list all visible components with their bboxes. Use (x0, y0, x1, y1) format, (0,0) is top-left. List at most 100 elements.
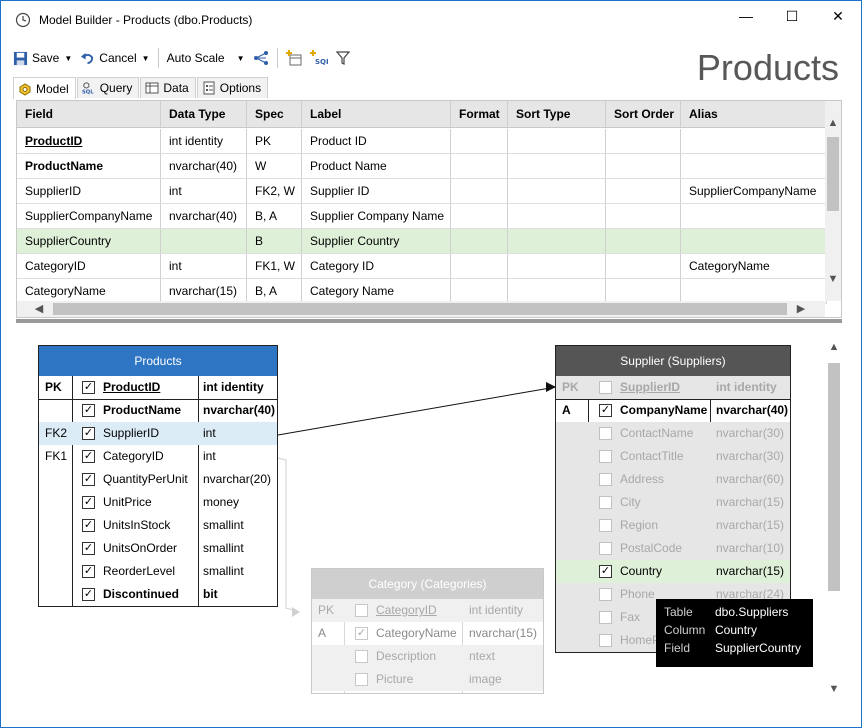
scroll-up-icon[interactable]: ▲ (826, 339, 842, 355)
table-cell[interactable] (451, 154, 508, 178)
table-cell[interactable] (508, 204, 606, 228)
grid-vertical-scrollbar[interactable]: ▲ ▼ (825, 101, 841, 301)
field-checkbox[interactable] (355, 650, 368, 663)
column-header-sort-type[interactable]: Sort Type (508, 101, 606, 127)
field-checkbox[interactable]: ✓ (82, 427, 95, 440)
table-cell[interactable] (681, 229, 827, 253)
filter-button[interactable] (332, 46, 354, 70)
maximize-button[interactable]: ☐ (769, 1, 815, 31)
entity-field-row[interactable]: ContactTitle nvarchar(30) (556, 445, 790, 468)
table-cell[interactable]: SupplierID (17, 179, 161, 203)
field-checkbox[interactable]: ✓ (82, 404, 95, 417)
entity-field-row[interactable]: ✓ QuantityPerUnit nvarchar(20) (39, 468, 277, 491)
table-row[interactable]: SupplierCountry B Supplier Country (17, 229, 827, 254)
table-cell[interactable] (508, 279, 606, 303)
entity-field-row[interactable]: A ✓ CategoryName nvarchar(15) (312, 622, 543, 645)
table-cell[interactable]: ProductName (17, 154, 161, 178)
entity-field-row[interactable]: Description ntext (312, 645, 543, 668)
table-row[interactable]: SupplierID int FK2, W Supplier ID SupplierCo… (17, 179, 827, 204)
grid-horizontal-scroll-thumb[interactable] (53, 303, 787, 315)
entity-field-row[interactable]: A ✓ CompanyName nvarchar(40) (556, 399, 790, 422)
table-cell[interactable]: B, A (247, 204, 302, 228)
table-cell[interactable] (681, 154, 827, 178)
column-header-label[interactable]: Label (302, 101, 451, 127)
field-checkbox[interactable] (355, 604, 368, 617)
category-entity[interactable]: Category (Categories) PK CategoryID int id… (311, 568, 544, 694)
entity-field-row[interactable]: ✓ UnitsOnOrder smallint (39, 537, 277, 560)
table-cell[interactable]: CategoryName (17, 279, 161, 303)
layout-button[interactable] (249, 46, 273, 70)
table-row[interactable]: ProductName nvarchar(40) W Product Name (17, 154, 827, 179)
field-checkbox[interactable]: ✓ (82, 496, 95, 509)
table-cell[interactable]: Product Name (302, 154, 451, 178)
table-cell[interactable]: nvarchar(15) (161, 279, 247, 303)
minimize-button[interactable]: — (723, 1, 769, 31)
field-checkbox[interactable] (599, 473, 612, 486)
save-dropdown-icon[interactable]: ▼ (64, 54, 72, 63)
category-entity-title[interactable]: Category (Categories) (312, 569, 543, 599)
table-cell[interactable]: Category Name (302, 279, 451, 303)
table-cell[interactable]: nvarchar(40) (161, 154, 247, 178)
table-row[interactable]: ProductID int identity PK Product ID (17, 129, 827, 154)
tab-query[interactable]: SQL Query (76, 77, 140, 98)
table-cell[interactable] (681, 129, 827, 153)
products-entity[interactable]: Products PK ✓ ProductID int identity ✓ Produc… (38, 345, 278, 607)
column-header-sort-order[interactable]: Sort Order (606, 101, 681, 127)
entity-field-row[interactable]: ContactName nvarchar(30) (556, 422, 790, 445)
table-cell[interactable] (508, 179, 606, 203)
table-cell[interactable]: W (247, 154, 302, 178)
field-checkbox[interactable] (599, 634, 612, 647)
table-cell[interactable] (606, 229, 681, 253)
table-cell[interactable]: Supplier Country (302, 229, 451, 253)
field-checkbox[interactable]: ✓ (599, 565, 612, 578)
scroll-left-icon[interactable]: ◀ (31, 301, 47, 317)
table-cell[interactable] (508, 254, 606, 278)
add-sql-button[interactable]: SQL (306, 46, 332, 70)
scroll-down-icon[interactable]: ▼ (826, 681, 842, 697)
entity-field-row[interactable]: ✓ Country nvarchar(15) (556, 560, 790, 583)
table-cell[interactable]: SupplierCountry (17, 229, 161, 253)
table-cell[interactable] (451, 179, 508, 203)
grid-vertical-scroll-thumb[interactable] (827, 137, 839, 211)
field-checkbox[interactable] (355, 673, 368, 686)
field-checkbox[interactable] (599, 427, 612, 440)
close-button[interactable]: ✕ (815, 1, 861, 31)
entity-field-row[interactable]: ✓ Discontinued bit (39, 583, 277, 606)
diagram-vertical-scroll-thumb[interactable] (828, 363, 840, 591)
entity-field-row[interactable]: PostalCode nvarchar(10) (556, 537, 790, 560)
entity-field-row[interactable]: Region nvarchar(15) (556, 514, 790, 537)
cancel-button[interactable]: Cancel ▼ (76, 46, 153, 70)
cancel-dropdown-icon[interactable]: ▼ (142, 54, 150, 63)
table-cell[interactable] (606, 179, 681, 203)
column-header-alias[interactable]: Alias (681, 101, 827, 127)
scroll-right-icon[interactable]: ▶ (793, 301, 809, 317)
field-checkbox[interactable]: ✓ (82, 381, 95, 394)
field-checkbox[interactable] (599, 542, 612, 555)
table-cell[interactable] (606, 154, 681, 178)
entity-field-row[interactable]: PK CategoryID int identity (312, 599, 543, 622)
table-cell[interactable] (508, 129, 606, 153)
field-checkbox[interactable] (599, 496, 612, 509)
table-cell[interactable]: B (247, 229, 302, 253)
table-cell[interactable]: PK (247, 129, 302, 153)
scroll-down-icon[interactable]: ▼ (825, 271, 841, 287)
field-checkbox[interactable] (599, 588, 612, 601)
table-cell[interactable] (606, 279, 681, 303)
products-entity-title[interactable]: Products (39, 346, 277, 376)
table-cell[interactable]: Product ID (302, 129, 451, 153)
autoscale-dropdown[interactable]: Auto Scale ▼ (163, 46, 249, 70)
table-cell[interactable] (606, 204, 681, 228)
table-cell[interactable] (508, 154, 606, 178)
table-cell[interactable] (161, 229, 247, 253)
tab-model[interactable]: Model (13, 77, 76, 99)
table-cell[interactable]: CategoryName (681, 254, 827, 278)
column-header-field[interactable]: Field (17, 101, 161, 127)
field-checkbox[interactable]: ✓ (82, 588, 95, 601)
field-checkbox[interactable]: ✓ (82, 450, 95, 463)
table-cell[interactable]: ProductID (17, 129, 161, 153)
entity-field-row[interactable]: FK2 ✓ SupplierID int (39, 422, 277, 445)
field-checkbox[interactable] (599, 519, 612, 532)
tab-options[interactable]: Options (196, 77, 269, 98)
field-checkbox[interactable]: ✓ (599, 404, 612, 417)
diagram-vertical-scrollbar[interactable]: ▲ ▼ (826, 333, 842, 703)
